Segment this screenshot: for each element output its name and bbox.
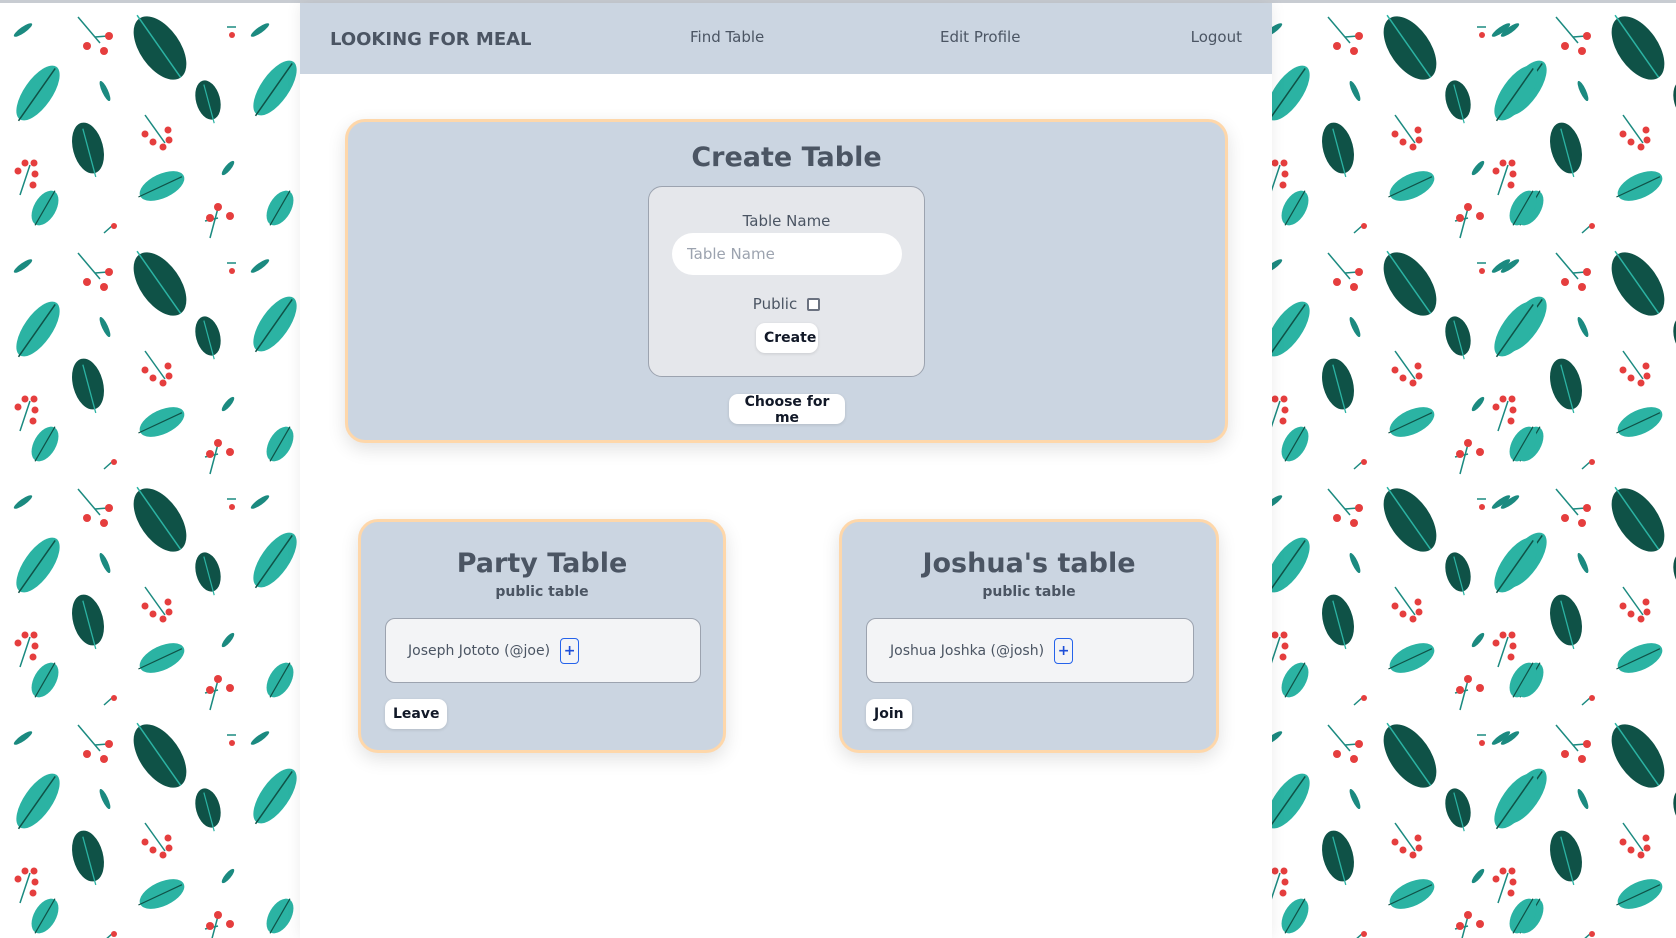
leaf-pattern-right: [1272, 3, 1676, 938]
plus-icon: +: [1057, 642, 1070, 659]
leaf-pattern-svg: [6, 3, 300, 938]
main-content: LOOKING FOR MEAL Find Table Edit Profile…: [300, 3, 1272, 938]
table-name-label: Table Name: [742, 212, 831, 230]
add-member-button[interactable]: +: [560, 637, 580, 664]
members-list: Joseph Jototo (@joe) +: [385, 618, 701, 683]
table-card-party: Party Table public table Joseph Jototo (…: [358, 519, 726, 753]
add-member-button[interactable]: +: [1054, 637, 1074, 664]
table-card-joshua: Joshua's table public table Joshua Joshk…: [839, 519, 1219, 753]
brand-logo[interactable]: LOOKING FOR MEAL: [330, 29, 532, 50]
table-title: Joshua's table: [922, 548, 1136, 579]
table-visibility: public table: [982, 584, 1076, 600]
join-button[interactable]: Join: [866, 699, 912, 729]
public-row: Public: [649, 295, 924, 313]
create-button[interactable]: Create: [756, 323, 818, 353]
member-name: Joseph Jototo (@joe): [408, 642, 551, 659]
public-checkbox[interactable]: [807, 297, 821, 311]
members-list: Joshua Joshka (@josh) +: [866, 618, 1194, 683]
public-label: Public: [752, 295, 798, 313]
table-title: Party Table: [456, 548, 628, 579]
create-table-form: Table Name Public Create: [648, 186, 925, 377]
leaf-pattern-left: [0, 3, 300, 938]
navbar: LOOKING FOR MEAL Find Table Edit Profile…: [300, 3, 1272, 74]
nav-edit-profile[interactable]: Edit Profile: [940, 28, 1020, 46]
nav-logout[interactable]: Logout: [1191, 28, 1242, 46]
choose-for-me-button[interactable]: Choose for me: [729, 394, 845, 426]
table-visibility: public table: [495, 584, 589, 600]
table-name-input[interactable]: [672, 233, 902, 275]
nav-find-table[interactable]: Find Table: [690, 28, 764, 46]
create-table-card: Create Table Table Name Public Create Ch…: [345, 119, 1228, 443]
member-name: Joshua Joshka (@josh): [890, 642, 1045, 659]
plus-icon: +: [563, 642, 576, 659]
create-table-title: Create Table: [691, 142, 882, 173]
leave-button[interactable]: Leave: [385, 699, 448, 729]
leaf-pattern-svg: [1272, 3, 1676, 938]
